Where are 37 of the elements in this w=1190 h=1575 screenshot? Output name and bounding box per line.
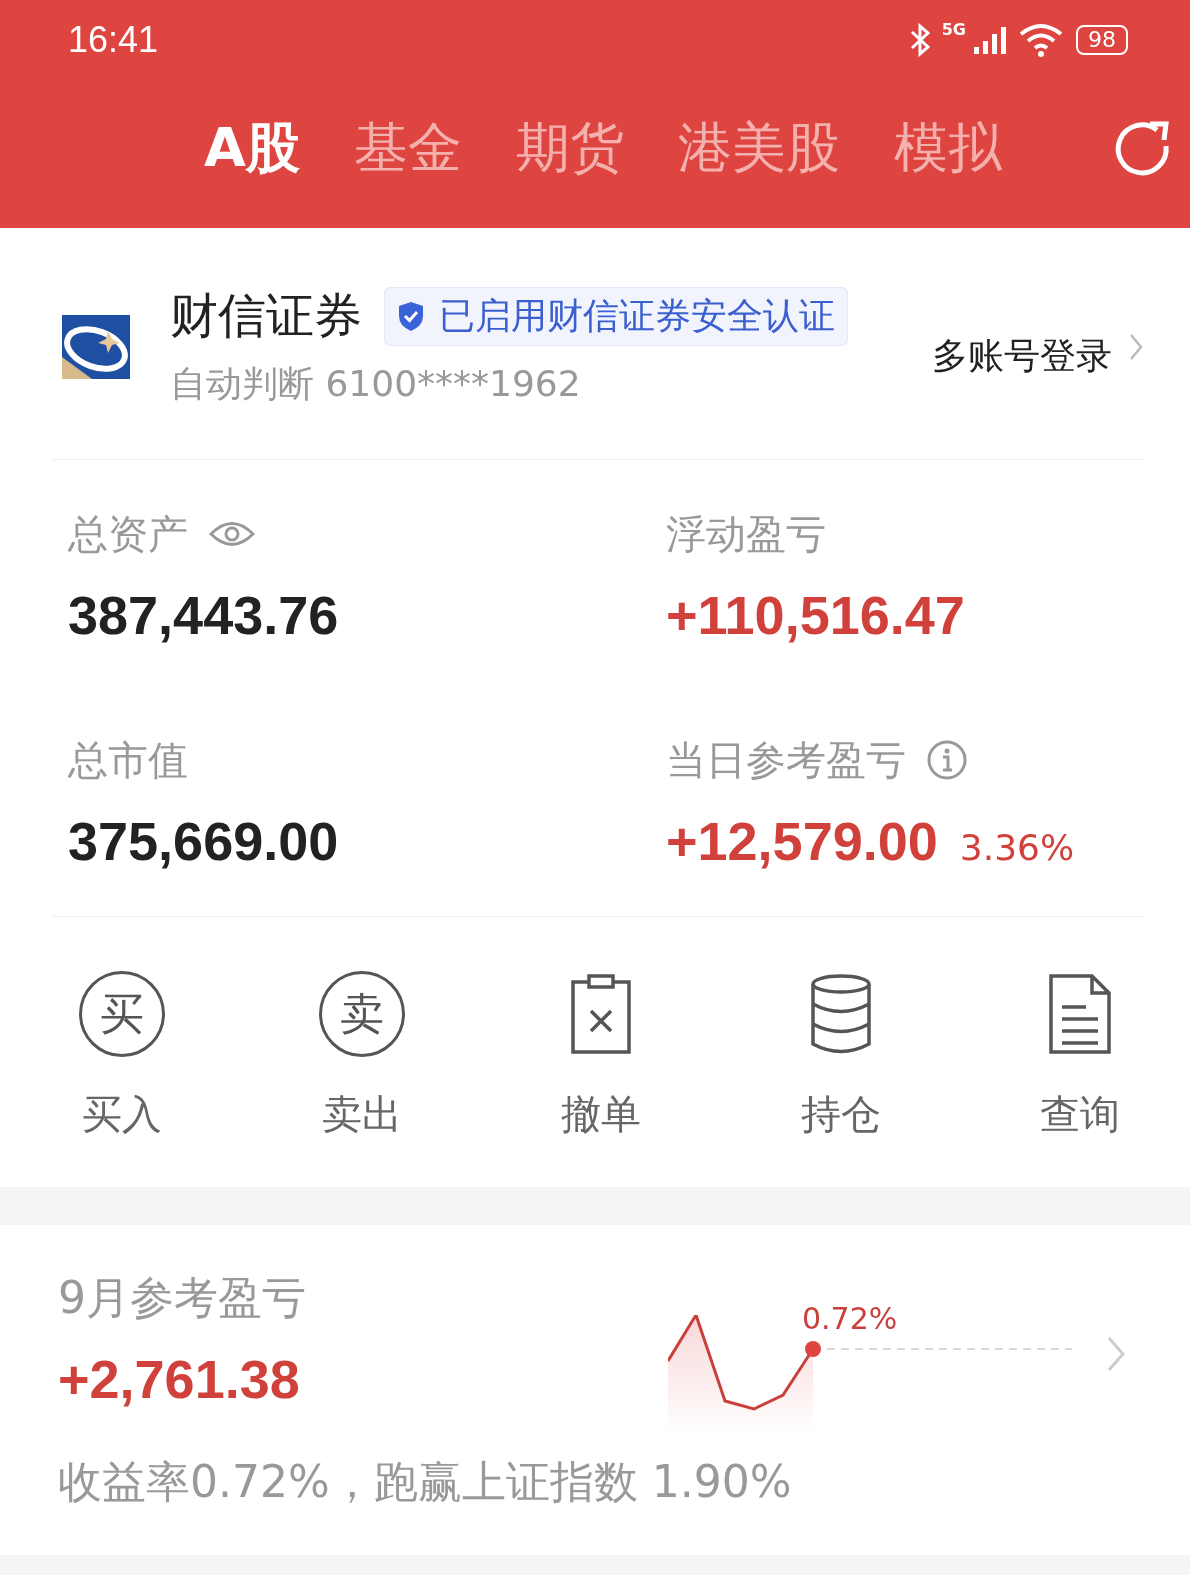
account-number: 自动判断 6100****1962 — [170, 362, 582, 406]
return-summary: 收益率0.72%，跑赢上证指数 1.90% — [58, 1454, 793, 1509]
metric-label: 总市值 — [68, 735, 188, 785]
status-time: 16:41 — [68, 19, 159, 61]
wifi-icon — [1018, 22, 1064, 58]
battery-indicator: 98 — [1076, 25, 1128, 55]
trade-action-button[interactable]: 卖 卖出 — [291, 967, 432, 1147]
monthly-value: +2,761.38 — [58, 1348, 301, 1410]
info-icon[interactable] — [926, 739, 968, 781]
chart-label: 0.72% — [802, 1301, 898, 1336]
monthly-title: 9月参考盈亏 — [58, 1271, 307, 1325]
metric-value: +110,516.47 — [666, 584, 965, 646]
metric-label: 浮动盈亏 — [666, 509, 826, 559]
database-icon — [808, 973, 873, 1055]
security-badge-text: 已启用财信证券安全认证 — [439, 293, 835, 338]
trade-action-button[interactable]: 查询 — [1010, 967, 1150, 1147]
circled-char-icon: 卖 — [318, 971, 405, 1057]
trade-action-button[interactable]: 买 买入 — [52, 967, 192, 1147]
trade-action-button[interactable]: 持仓 — [770, 967, 911, 1147]
percent-change: 3.36% — [959, 827, 1075, 868]
broker-name: 财信证券 — [170, 286, 362, 345]
circled-char-icon: 买 — [79, 971, 165, 1057]
metric-value: +12,579.00 — [666, 810, 938, 872]
metric-value: 375,669.00 — [68, 810, 339, 872]
trade-action-button[interactable]: 撤单 — [531, 967, 671, 1147]
metric-label: 总资产 — [68, 509, 188, 559]
document-icon — [1048, 973, 1112, 1055]
metric-label: 当日参考盈亏 — [666, 735, 906, 785]
market-tab[interactable]: A股 — [198, 112, 306, 185]
metric-value: 387,443.76 — [68, 584, 339, 646]
broker-logo-icon — [62, 312, 130, 381]
network-label: 5G — [941, 20, 966, 39]
shield-check-icon — [397, 300, 425, 332]
multi-account-login-link[interactable]: 多账号登录 — [932, 332, 1112, 381]
chevron-right-icon[interactable] — [1106, 1334, 1126, 1373]
clipboard-x-icon — [570, 973, 632, 1055]
monthly-pnl-card[interactable]: 9月参考盈亏 +2,761.38 0.72% 收益率0.72%，跑赢上证指数 1.90% — [0, 1225, 1190, 1555]
